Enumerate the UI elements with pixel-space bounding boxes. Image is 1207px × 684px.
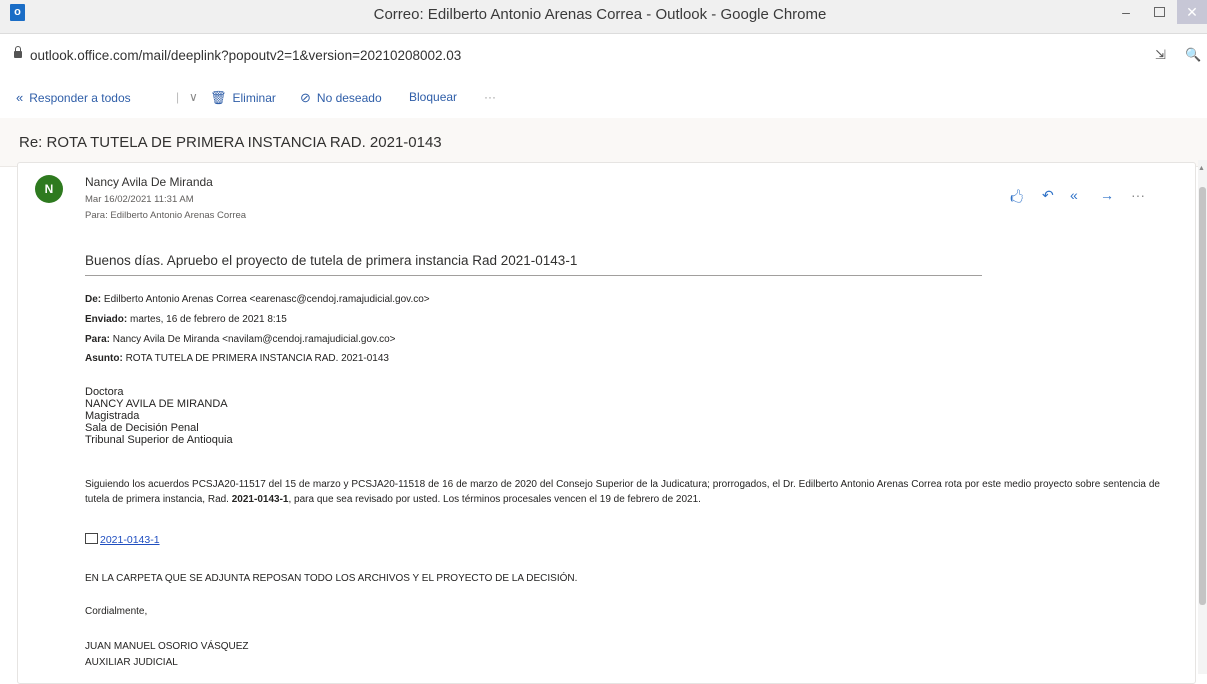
forward-icon[interactable]: → (1100, 187, 1114, 203)
junk-button[interactable]: ⊘ No deseado (300, 90, 382, 106)
quoted-sent: Enviado: martes, 16 de febrero de 2021 8… (85, 314, 287, 325)
closing-text: Cordialmente, (85, 606, 148, 617)
outlook-app-icon: o (10, 4, 25, 21)
reply-all-button[interactable]: « Responder a todos (16, 90, 131, 105)
reply-options-chevron-icon[interactable]: ∨ (189, 90, 198, 104)
junk-label: No deseado (316, 91, 382, 105)
quoted-to-label: Para: (85, 334, 111, 345)
sender-avatar[interactable]: N (35, 175, 63, 203)
address-bar[interactable]: outlook.office.com/mail/deeplink?popoutv… (0, 34, 1207, 80)
install-app-icon[interactable]: ⇲ (1155, 47, 1166, 63)
addressee-line: Magistrada (85, 410, 140, 422)
quoted-sent-label: Enviado: (85, 314, 128, 325)
sender-name[interactable]: Nancy Avila De Miranda (85, 175, 213, 189)
url-text[interactable]: outlook.office.com/mail/deeplink?popoutv… (30, 48, 461, 63)
signature-name: JUAN MANUEL OSORIO VÁSQUEZ (85, 641, 249, 652)
recipient-line: Para: Edilberto Antonio Arenas Correa (85, 210, 246, 221)
quoted-from-value: Edilberto Antonio Arenas Correa <earenas… (103, 294, 430, 305)
quoted-to: Para: Nancy Avila De Miranda <navilam@ce… (85, 334, 396, 345)
toolbar-more-button[interactable]: ··· (484, 90, 496, 104)
quoted-sent-value: martes, 16 de febrero de 2021 8:15 (130, 314, 287, 325)
browser-title-bar: o Correo: Edilberto Antonio Arenas Corre… (0, 0, 1207, 34)
folder-icon (85, 533, 98, 544)
folder-note: EN LA CARPETA QUE SE ADJUNTA REPOSAN TOD… (85, 573, 578, 584)
quote-divider (85, 275, 982, 276)
reply-icon[interactable]: ↶ (1042, 187, 1054, 204)
maximize-icon (1153, 7, 1165, 17)
command-toolbar: « Responder a todos | ∨ 🗑 Eliminar ⊘ No des… (0, 80, 1207, 118)
block-circle-icon: ⊘ (300, 90, 311, 105)
trash-icon: 🗑 (210, 90, 227, 105)
attachment-link[interactable]: 2021-0143-1 (100, 534, 160, 546)
lock-icon[interactable] (14, 46, 22, 58)
addressee-line: Tribunal Superior de Antioquia (85, 434, 233, 446)
quoted-from: De: Edilberto Antonio Arenas Correa <ear… (85, 294, 430, 305)
reply-all-icon: « (16, 90, 24, 105)
block-button[interactable]: Bloquear (409, 90, 457, 104)
like-icon[interactable]: 🖒 (1010, 187, 1023, 211)
quoted-to-value: Nancy Avila De Miranda <navilam@cendoj.r… (112, 334, 396, 345)
body-paragraph: Siguiendo los acuerdos PCSJA20-11517 del… (85, 477, 1160, 507)
reply-all-label: Responder a todos (29, 91, 131, 105)
delete-button[interactable]: 🗑 Eliminar (210, 90, 276, 106)
quoted-subject-label: Asunto: (85, 353, 123, 364)
delete-label: Eliminar (232, 91, 276, 105)
zoom-icon[interactable]: 🔍 (1185, 47, 1201, 63)
addressee-line: Doctora (85, 386, 124, 398)
reply-text: Buenos días. Apruebo el proyecto de tute… (85, 253, 578, 268)
quoted-subject: Asunto: ROTA TUTELA DE PRIMERA INSTANCIA… (85, 353, 389, 364)
quoted-from-label: De: (85, 294, 102, 305)
minimize-button[interactable]: – (1111, 0, 1141, 24)
quoted-subject-value: ROTA TUTELA DE PRIMERA INSTANCIA RAD. 20… (125, 353, 389, 364)
window-title: Correo: Edilberto Antonio Arenas Correa … (373, 6, 827, 23)
message-date: Mar 16/02/2021 11:31 AM (85, 194, 194, 205)
reply-all-icon[interactable]: « (1070, 187, 1078, 203)
addressee-line: NANCY AVILA DE MIRANDA (85, 398, 228, 410)
attachment[interactable]: 2021-0143-1 (85, 533, 160, 546)
body-text-part2: , para que sea revisado por usted. Los t… (288, 494, 701, 505)
toolbar-separator: | (176, 90, 180, 104)
to-label: Para: (85, 210, 108, 221)
signature-title: AUXILIAR JUDICIAL (85, 657, 178, 668)
scroll-up-arrow-icon[interactable]: ▲ (1198, 165, 1205, 172)
addressee-line: Sala de Decisión Penal (85, 422, 199, 434)
scrollbar-thumb[interactable] (1199, 187, 1206, 605)
maximize-button[interactable] (1144, 0, 1174, 24)
email-subject: Re: ROTA TUTELA DE PRIMERA INSTANCIA RAD… (19, 134, 442, 151)
recipient-name[interactable]: Edilberto Antonio Arenas Correa (110, 210, 246, 221)
message-card: N Nancy Avila De Miranda Mar 16/02/2021 … (17, 162, 1196, 684)
more-actions-icon[interactable]: ··· (1131, 187, 1145, 203)
subject-header: Re: ROTA TUTELA DE PRIMERA INSTANCIA RAD… (0, 118, 1207, 167)
body-text-bold: 2021-0143-1 (231, 494, 289, 505)
close-button[interactable]: ✕ (1177, 0, 1207, 24)
